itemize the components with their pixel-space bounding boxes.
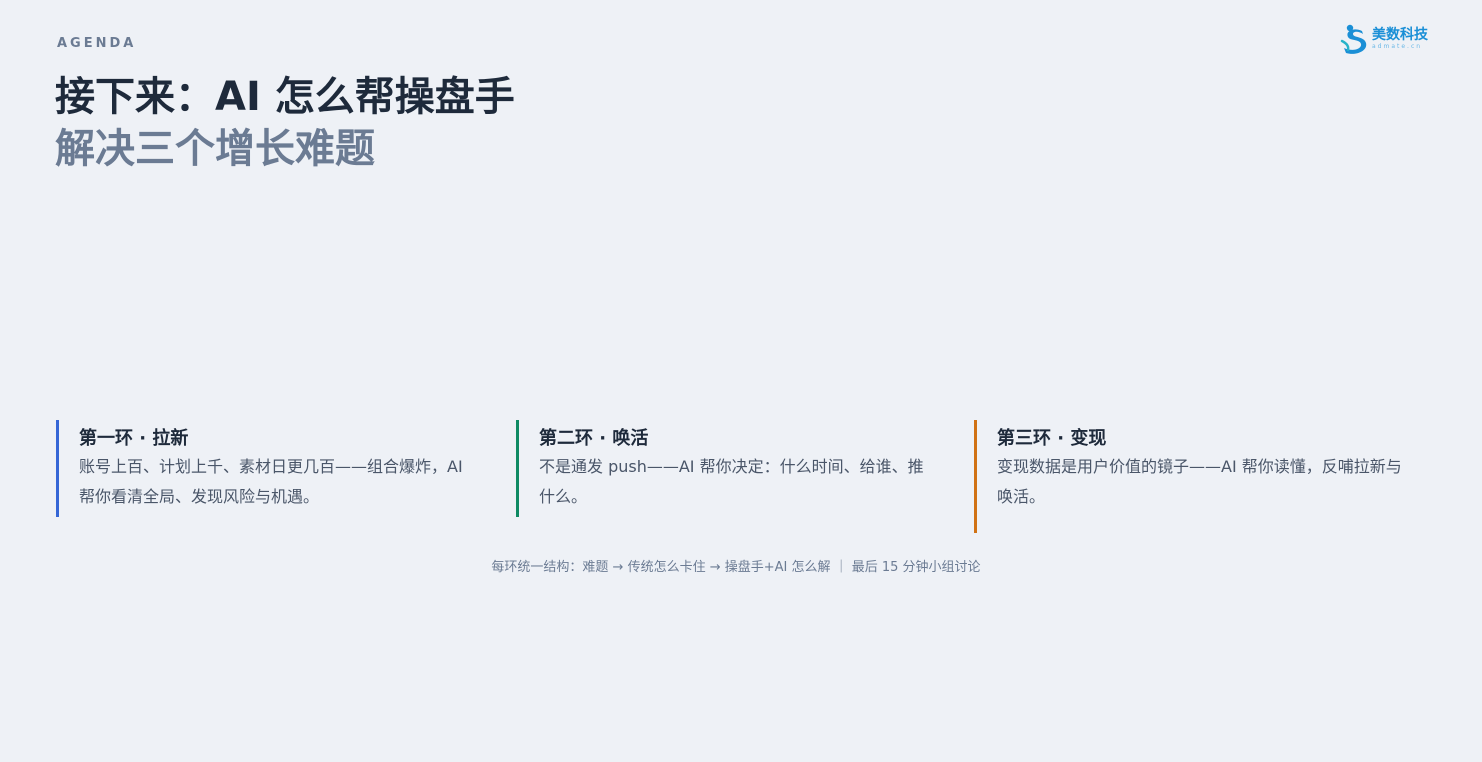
card-monetization: 第三环 · 变现 变现数据是用户价值的镜子——AI 帮你读懂，反哺拉新与唤活。: [974, 420, 1414, 533]
logo-text: 美数科技 admate.cn: [1372, 28, 1428, 50]
logo-name: 美数科技: [1372, 27, 1428, 43]
ring-cards: 第一环 · 拉新 账号上百、计划上千、素材日更几百——组合爆炸，AI 帮你看清全…: [56, 420, 1436, 533]
company-logo: 美数科技 admate.cn: [1340, 22, 1432, 56]
page-title: 接下来：AI 怎么帮操盘手: [55, 74, 515, 120]
admate-logo-icon: [1340, 24, 1367, 54]
card-body: 账号上百、计划上千、素材日更几百——组合爆炸，AI 帮你看清全局、发现风险与机遇…: [79, 457, 463, 506]
agenda-eyebrow: AGENDA: [57, 36, 137, 51]
page-subtitle: 解决三个增长难题: [55, 126, 375, 172]
footer-note: 每环统一结构：难题 → 传统怎么卡住 → 操盘手+AI 怎么解 ｜ 最后 15 …: [491, 560, 981, 575]
card-acquisition: 第一环 · 拉新 账号上百、计划上千、素材日更几百——组合爆炸，AI 帮你看清全…: [56, 420, 476, 517]
card-body: 不是通发 push——AI 帮你决定：什么时间、给谁、推什么。: [539, 457, 924, 506]
card-title: 第一环 · 拉新: [79, 428, 189, 449]
card-reactivation: 第二环 · 唤活 不是通发 push——AI 帮你决定：什么时间、给谁、推什么。: [516, 420, 936, 517]
logo-domain: admate.cn: [1372, 43, 1423, 50]
card-title: 第三环 · 变现: [997, 428, 1107, 449]
card-title: 第二环 · 唤活: [539, 428, 649, 449]
card-body: 变现数据是用户价值的镜子——AI 帮你读懂，反哺拉新与唤活。: [997, 457, 1402, 506]
